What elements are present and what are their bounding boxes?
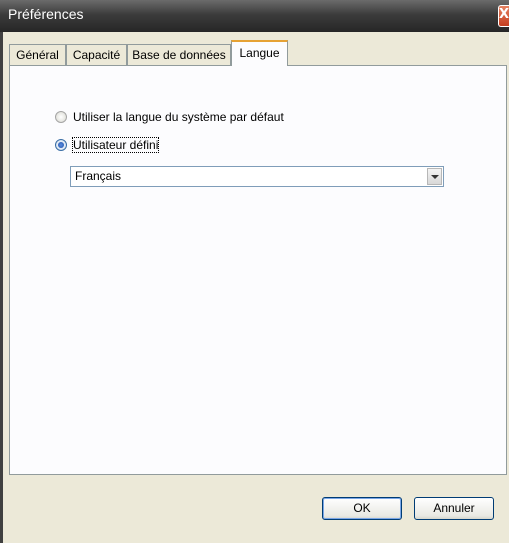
window-title: Préférences (8, 6, 84, 22)
tab-language[interactable]: Langue (231, 40, 288, 66)
window-border (0, 32, 3, 543)
tab-capacity[interactable]: Capacité (66, 44, 127, 65)
cancel-button[interactable]: Annuler (414, 497, 494, 520)
tab-database[interactable]: Base de données (127, 44, 231, 65)
title-bar[interactable]: Préférences X (0, 0, 509, 32)
ok-button[interactable]: OK (322, 497, 402, 520)
preferences-dialog: Préférences X Général Capacité Base de d… (0, 0, 509, 543)
radio-system-language[interactable]: Utiliser la langue du système par défaut (55, 109, 284, 125)
close-button[interactable]: X (498, 5, 509, 27)
radio-system-language-button[interactable] (55, 111, 67, 123)
language-panel (9, 65, 507, 475)
radio-system-language-label[interactable]: Utiliser la langue du système par défaut (73, 110, 284, 124)
language-select[interactable]: Français (70, 166, 444, 187)
radio-custom-language-button[interactable] (55, 139, 67, 151)
radio-custom-language-label[interactable]: Utilisateur défini (71, 137, 160, 153)
chevron-down-icon[interactable] (427, 168, 442, 185)
radio-custom-language[interactable]: Utilisateur défini (55, 137, 160, 153)
language-select-value: Français (75, 169, 122, 183)
close-icon: X (499, 7, 509, 22)
tab-general[interactable]: Général (9, 44, 66, 65)
